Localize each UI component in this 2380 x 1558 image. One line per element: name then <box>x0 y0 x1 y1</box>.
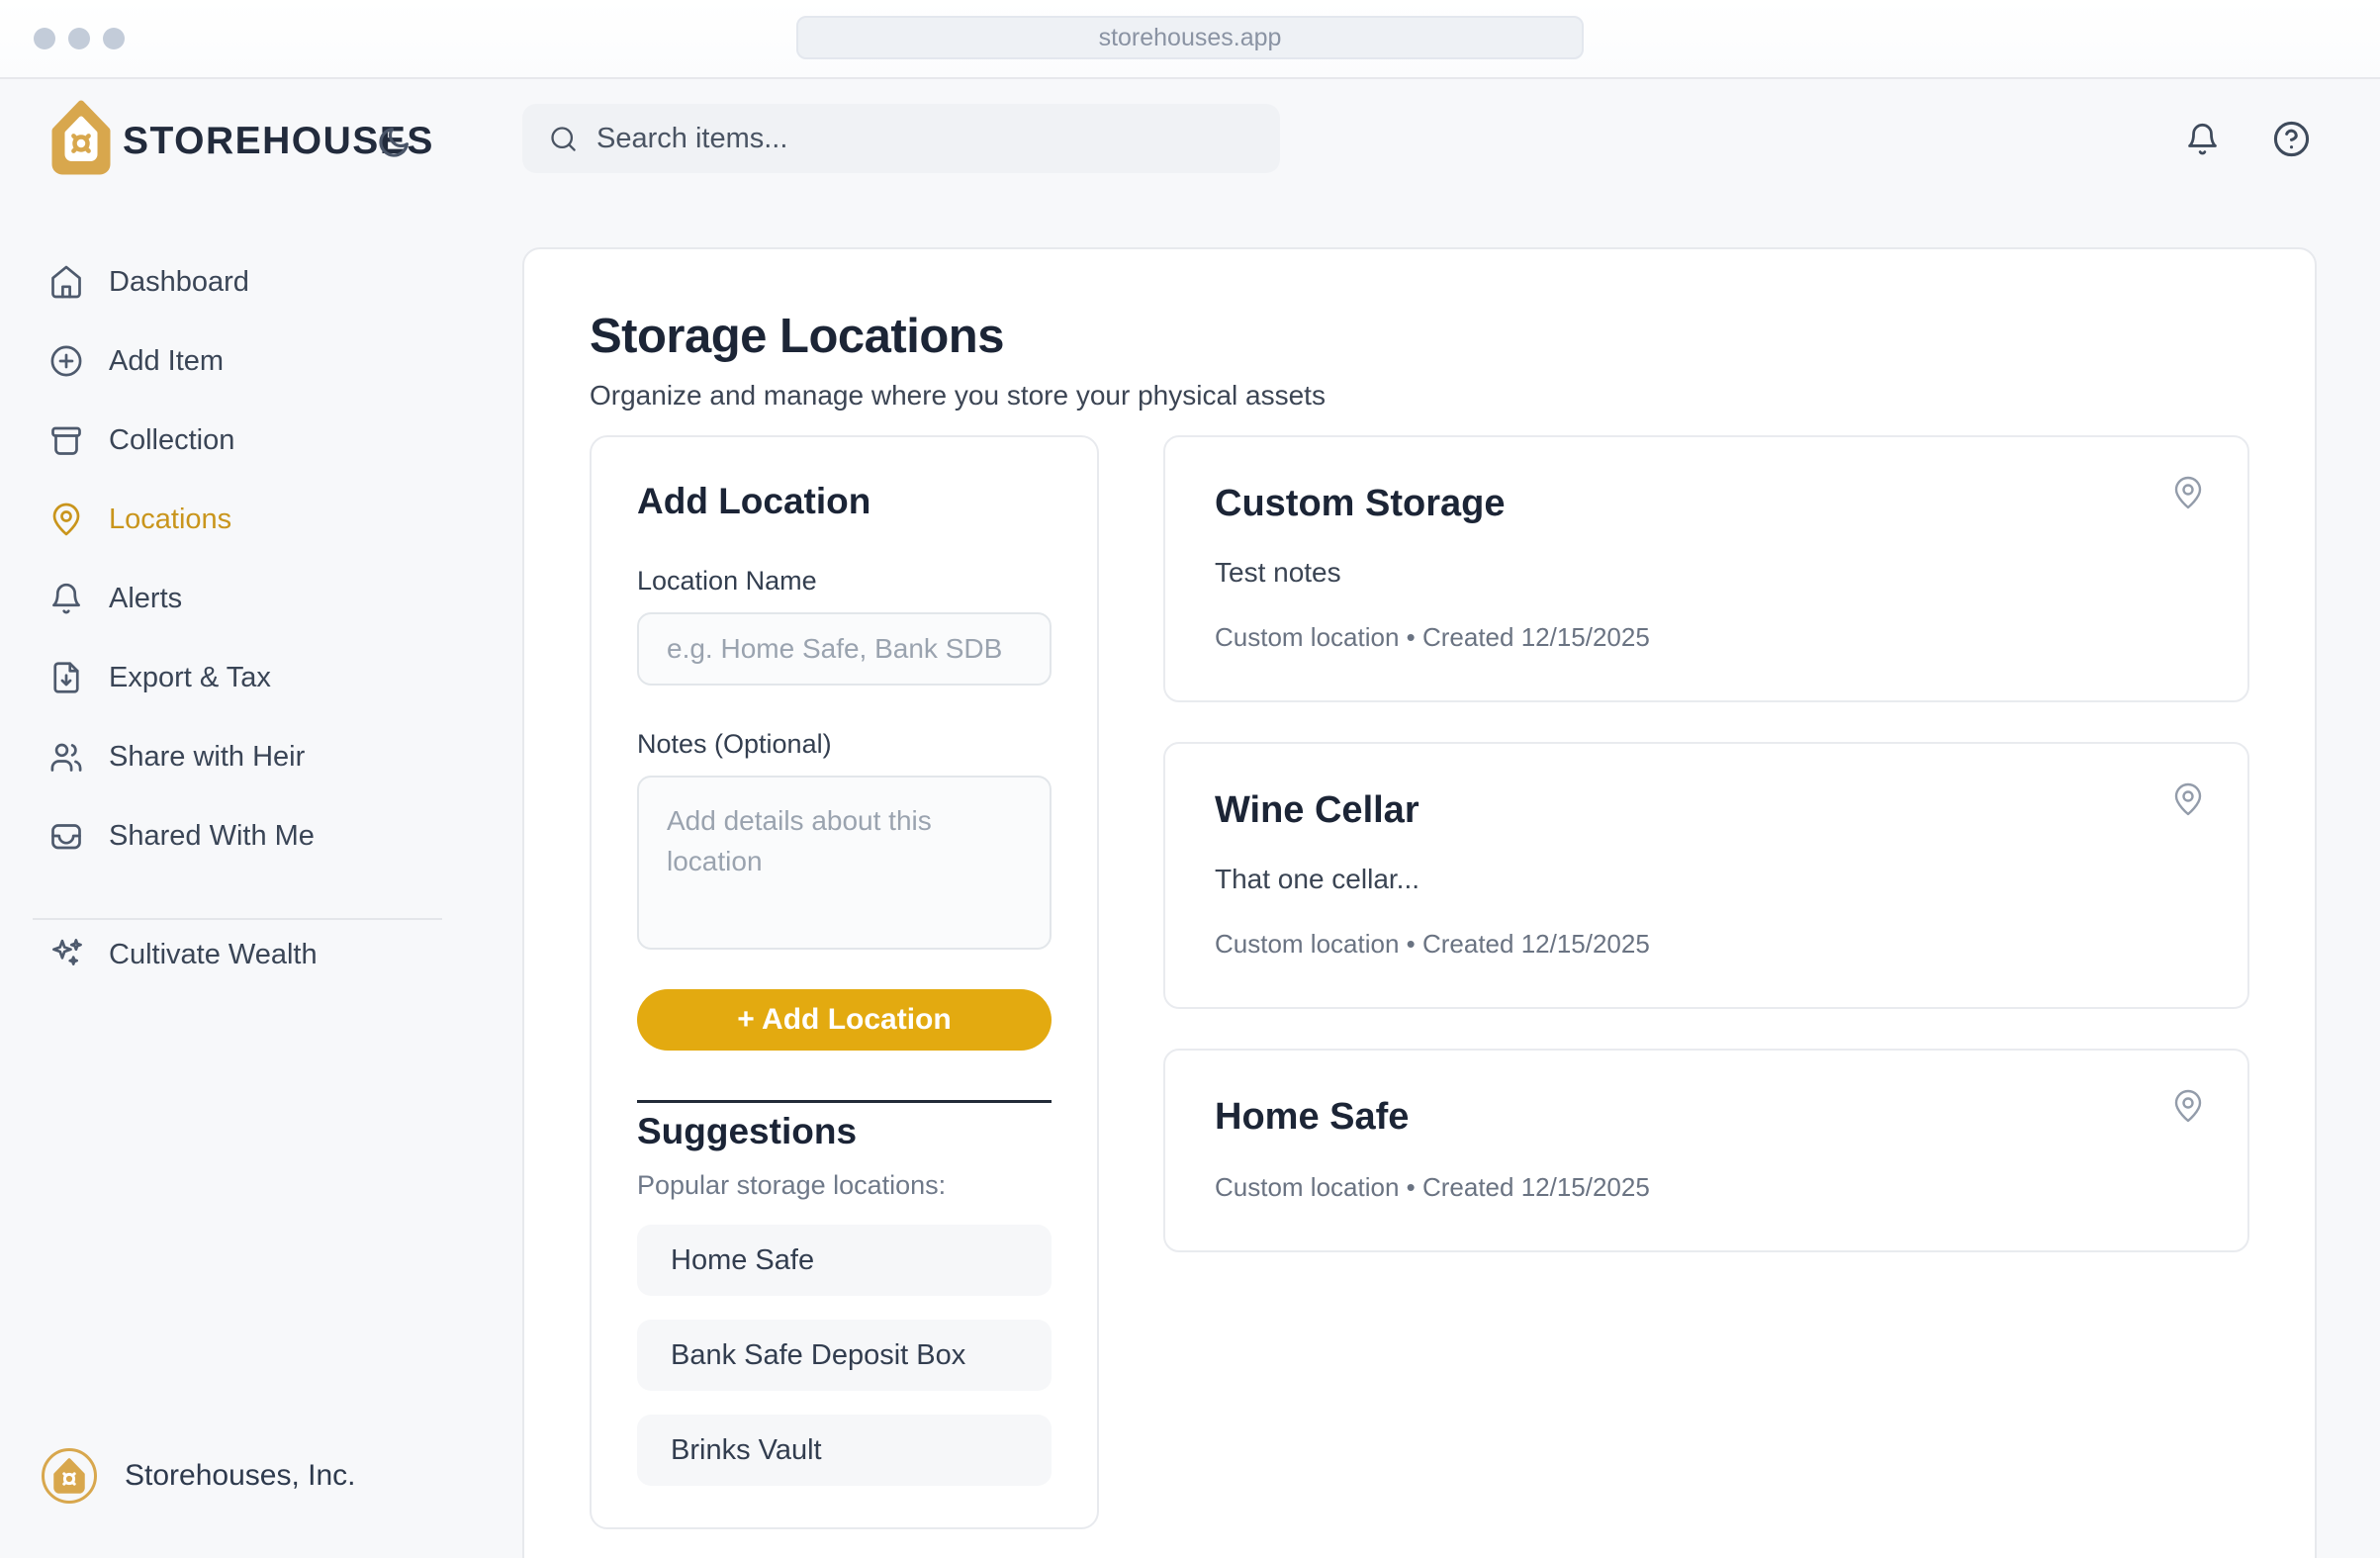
map-pin-icon <box>2170 781 2206 817</box>
sidebar-item-cultivate-wealth[interactable]: Cultivate Wealth <box>30 915 495 994</box>
location-name: Custom Storage <box>1215 483 2198 525</box>
window-controls <box>34 28 125 49</box>
sidebar-item-label: Alerts <box>109 583 182 615</box>
add-location-form: Add Location Location Name Notes (Option… <box>590 435 1099 1529</box>
map-pin-icon <box>2170 475 2206 510</box>
notes-label: Notes (Optional) <box>637 729 1052 760</box>
suggestion-item[interactable]: Home Safe <box>637 1225 1052 1296</box>
sidebar-item-share-with-heir[interactable]: Share with Heir <box>30 717 495 796</box>
app-window: storehouses.app STOREHOUSES Search items… <box>0 0 2380 1558</box>
sidebar-item-add-item[interactable]: Add Item <box>30 321 495 401</box>
sidebar-nav: Dashboard Add Item Collection <box>30 242 495 875</box>
location-meta: Custom location • Created 12/15/2025 <box>1215 622 2198 653</box>
location-meta: Custom location • Created 12/15/2025 <box>1215 929 2198 960</box>
sidebar-item-dashboard[interactable]: Dashboard <box>30 242 495 321</box>
company-logo-icon <box>40 1446 99 1506</box>
location-card-list: Custom Storage Test notes Custom locatio… <box>1163 435 2249 1292</box>
location-card[interactable]: Wine Cellar That one cellar... Custom lo… <box>1163 742 2249 1009</box>
plus-circle-icon <box>48 343 84 379</box>
location-card[interactable]: Home Safe Custom location • Created 12/1… <box>1163 1049 2249 1252</box>
sidebar-item-shared-with-me[interactable]: Shared With Me <box>30 796 495 875</box>
search-placeholder: Search items... <box>596 123 787 155</box>
sidebar-item-collection[interactable]: Collection <box>30 401 495 480</box>
location-notes: Test notes <box>1215 557 2198 589</box>
url-bar[interactable]: storehouses.app <box>796 16 1584 59</box>
sidebar-item-label: Collection <box>109 424 234 457</box>
window-control-dot[interactable] <box>103 28 125 49</box>
sidebar-item-label: Shared With Me <box>109 820 315 853</box>
home-icon <box>48 264 84 300</box>
location-meta: Custom location • Created 12/15/2025 <box>1215 1172 2198 1203</box>
archive-box-icon <box>48 422 84 458</box>
window-control-dot[interactable] <box>68 28 90 49</box>
inbox-icon <box>48 818 84 854</box>
page-title: Storage Locations <box>590 309 2249 364</box>
location-name: Home Safe <box>1215 1096 2198 1139</box>
map-pin-icon <box>48 502 84 537</box>
window-control-dot[interactable] <box>34 28 55 49</box>
sidebar-item-label: Cultivate Wealth <box>109 939 318 971</box>
search-icon <box>548 124 579 154</box>
users-icon <box>48 739 84 775</box>
help-icon <box>2271 119 2312 159</box>
storehouses-logo-icon <box>49 99 113 176</box>
sidebar-secondary: Cultivate Wealth <box>30 915 495 994</box>
location-name-input[interactable] <box>637 612 1052 686</box>
location-name: Wine Cellar <box>1215 789 2198 832</box>
suggestions-subtitle: Popular storage locations: <box>637 1170 1052 1201</box>
location-name-label: Location Name <box>637 566 1052 596</box>
suggestions-title: Suggestions <box>637 1111 1052 1152</box>
sidebar-item-label: Share with Heir <box>109 741 305 774</box>
sidebar-item-label: Locations <box>109 504 231 536</box>
notifications-button[interactable] <box>2184 121 2221 157</box>
sidebar-footer: Storehouses, Inc. <box>40 1446 355 1506</box>
sidebar-item-label: Add Item <box>109 345 224 378</box>
form-divider <box>637 1100 1052 1103</box>
dark-mode-toggle[interactable] <box>368 121 415 168</box>
url-text: storehouses.app <box>1099 24 1282 52</box>
moon-icon <box>371 124 412 165</box>
suggestion-item[interactable]: Brinks Vault <box>637 1415 1052 1486</box>
browser-titlebar: storehouses.app <box>0 0 2380 79</box>
form-title: Add Location <box>637 481 1052 522</box>
company-name: Storehouses, Inc. <box>125 1459 355 1493</box>
storage-locations-panel: Storage Locations Organize and manage wh… <box>522 247 2317 1558</box>
notes-input[interactable] <box>637 776 1052 950</box>
location-card[interactable]: Custom Storage Test notes Custom locatio… <box>1163 435 2249 702</box>
add-location-button[interactable]: + Add Location <box>637 989 1052 1051</box>
sidebar-item-export-tax[interactable]: Export & Tax <box>30 638 495 717</box>
sidebar-item-alerts[interactable]: Alerts <box>30 559 495 638</box>
sidebar-item-label: Dashboard <box>109 266 249 299</box>
sparkles-icon <box>48 937 84 972</box>
location-notes: That one cellar... <box>1215 864 2198 895</box>
sidebar-item-label: Export & Tax <box>109 662 271 694</box>
map-pin-icon <box>2170 1088 2206 1124</box>
bell-icon <box>2184 121 2221 157</box>
search-input[interactable]: Search items... <box>522 104 1280 173</box>
help-button[interactable] <box>2271 119 2312 159</box>
bell-icon <box>48 581 84 616</box>
sidebar-item-locations[interactable]: Locations <box>30 480 495 559</box>
page-subtitle: Organize and manage where you store your… <box>590 380 2249 412</box>
file-download-icon <box>48 660 84 695</box>
suggestion-item[interactable]: Bank Safe Deposit Box <box>637 1320 1052 1391</box>
